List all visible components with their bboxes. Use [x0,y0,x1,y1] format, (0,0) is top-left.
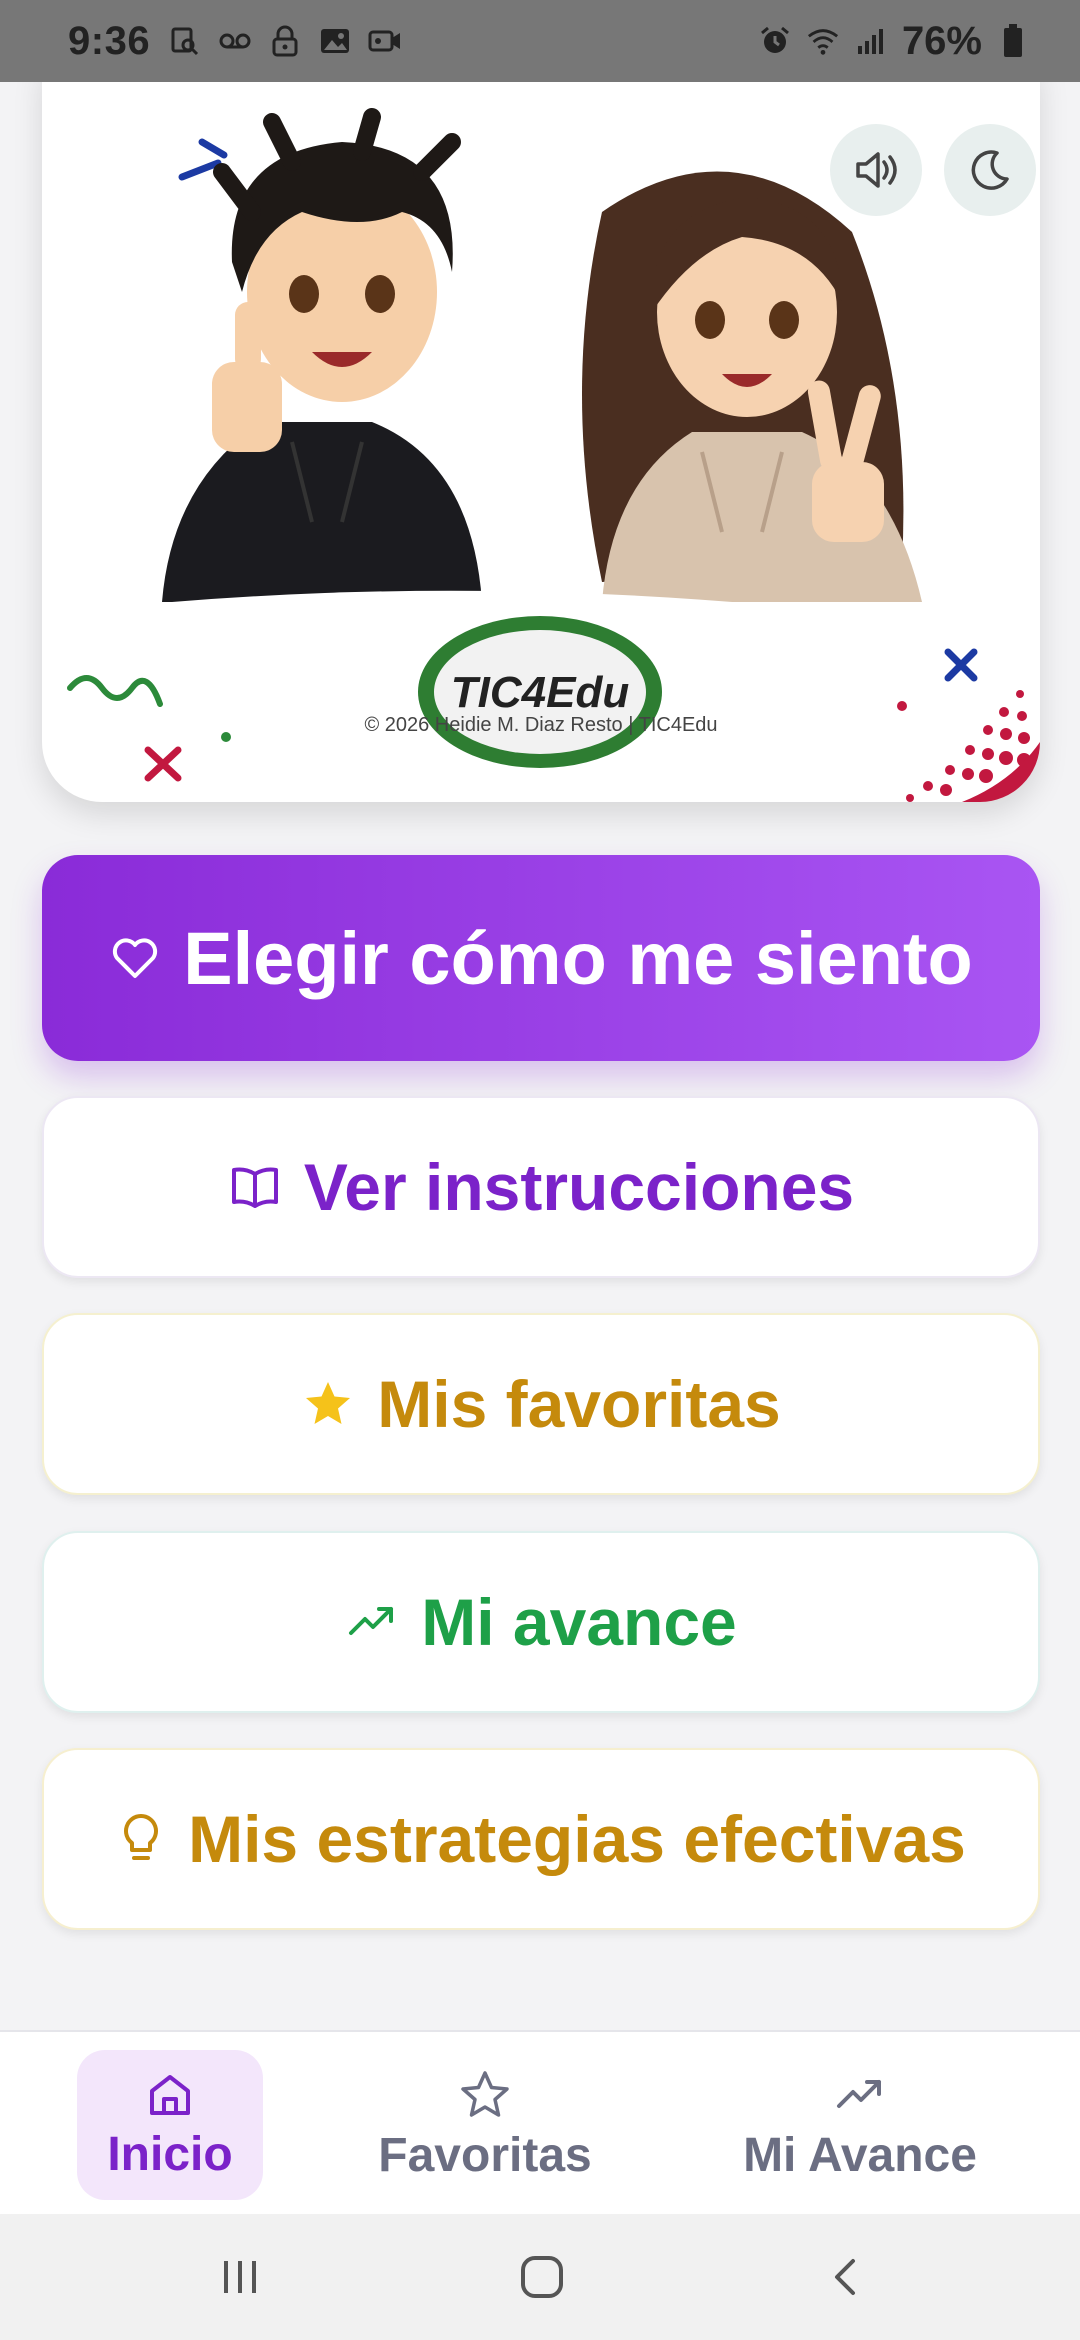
progress-label: Mi avance [421,1585,737,1659]
lock-icon [268,24,302,58]
girl-character [582,171,922,602]
voicemail-icon [218,24,252,58]
wifi-icon [806,24,840,58]
search-doc-icon [168,24,202,58]
back-chevron-icon [835,2259,855,2295]
boy-character [162,108,482,602]
status-time: 9:36 [68,18,151,63]
strategies-label: Mis estrategias efectivas [188,1802,966,1876]
trending-up-icon [349,1607,394,1635]
instructions-label: Ver instrucciones [303,1150,855,1224]
copyright-credit: © 2026 Heidie M. Diaz Resto | TIC4Edu [364,714,718,736]
nav-item-progress[interactable]: Mi Avance [720,2050,1000,2200]
bottom-navigation: Inicio Favoritas Mi Avance [0,2030,1080,2214]
choose-feeling-button[interactable]: Elegir cómo me siento [42,855,1040,1061]
main-content[interactable]: TIC4Edu © 2026 Heidie M. Diaz Resto | TI… [0,82,1080,2032]
recent-apps-button[interactable] [207,2244,273,2310]
progress-button[interactable]: Mi avance [42,1531,1040,1713]
battery-percentage: 76% [901,18,982,63]
star-outline-icon [461,2070,509,2117]
image-icon [318,24,352,58]
status-bar: 9:36 76% [0,0,1080,82]
trending-up-icon [837,2079,881,2108]
signal-icon [854,24,888,58]
strategies-button[interactable]: Mis estrategias efectivas [42,1748,1040,1930]
theme-toggle-button[interactable] [944,124,1036,216]
recent-apps-icon [224,2261,256,2293]
system-navigation-bar [0,2214,1080,2340]
tic4edu-logo: TIC4Edu [418,616,662,768]
nav-item-favorites[interactable]: Favoritas [360,2050,610,2200]
book-open-icon [231,1167,278,1208]
alarm-icon [758,24,792,58]
back-button[interactable] [812,2244,878,2310]
system-icons: 76% [758,19,1030,64]
lightbulb-icon [124,1814,159,1860]
moon-icon [971,150,1009,190]
nav-label-favorites: Favoritas [378,2128,592,2182]
svg-text:TIC4Edu: TIC4Edu [451,668,630,717]
home-system-button[interactable] [509,2244,575,2310]
home-icon [150,2074,190,2115]
notification-icons [168,24,402,58]
instructions-button[interactable]: Ver instrucciones [42,1096,1040,1278]
heart-icon [113,938,158,978]
speaker-icon [856,152,897,188]
video-call-icon [368,24,402,58]
nav-label-progress: Mi Avance [743,2128,977,2182]
star-icon [306,1382,351,1424]
favorites-label: Mis favoritas [377,1367,781,1441]
choose-feeling-label: Elegir cómo me siento [183,916,973,1000]
sound-toggle-button[interactable] [830,124,922,216]
nav-item-home[interactable]: Inicio [77,2050,263,2200]
nav-label-home: Inicio [107,2127,233,2181]
favorites-button[interactable]: Mis favoritas [42,1313,1040,1495]
home-square-icon [521,2256,563,2298]
battery-icon [996,24,1030,58]
